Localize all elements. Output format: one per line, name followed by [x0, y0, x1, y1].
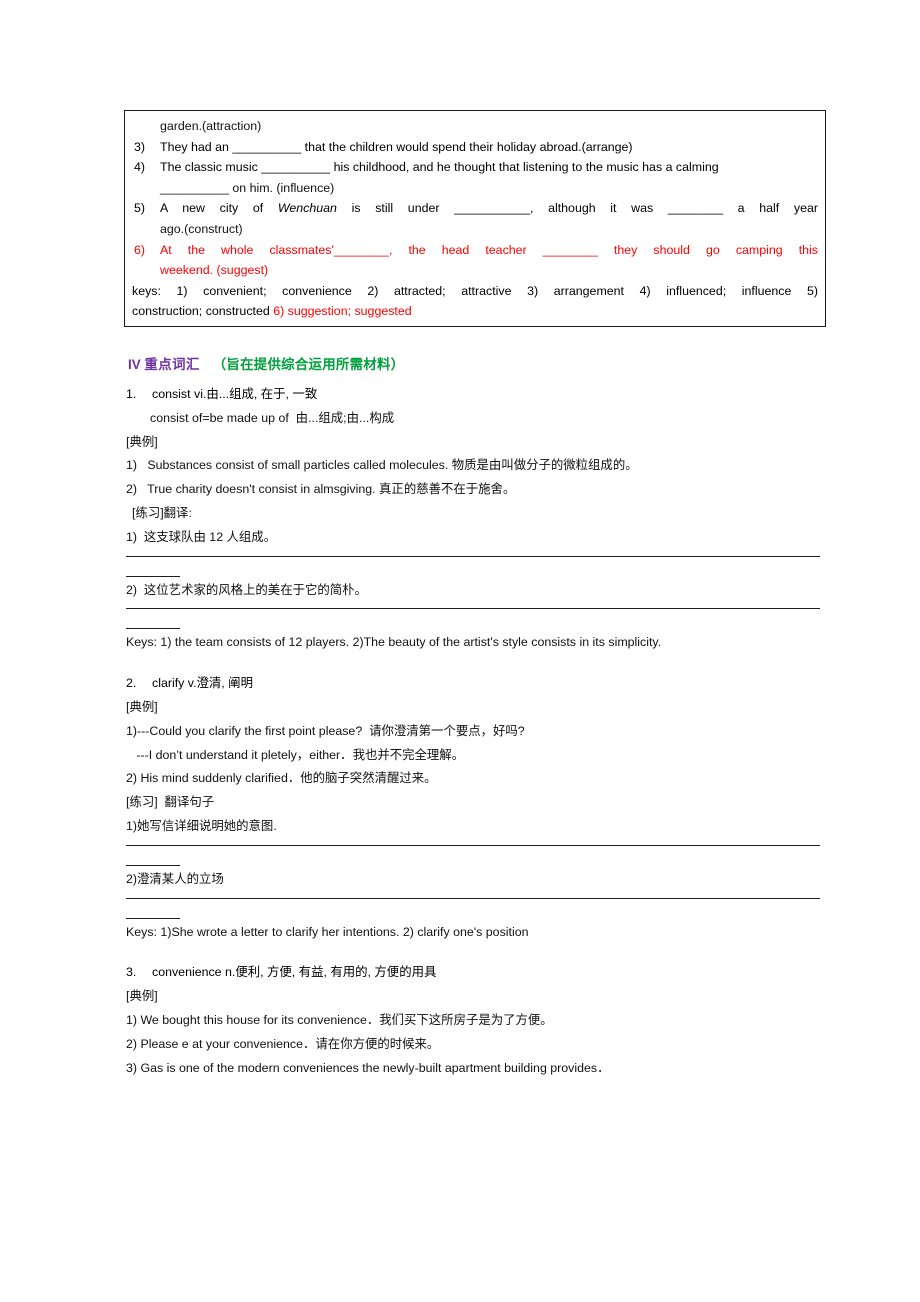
entry-1-headword-row: 1. consist vi.由...组成, 在于, 一致 [126, 383, 826, 407]
exercise-item-4-cont: __________ on him. (influence) [160, 180, 335, 195]
entry-index: 1. [126, 387, 137, 401]
entry-2-examples-label: [典例] [126, 699, 158, 714]
item-number: 6) [134, 242, 146, 257]
entry-3-example-2: 2) Please e at your convenience．请在你方便的时候… [126, 1036, 440, 1051]
answer-rule-short [126, 864, 180, 866]
entry-2-practice-2: 2)澄清某人的立场 [126, 871, 224, 886]
entry-2-example-1: 1)---Could you clarify the first point p… [126, 723, 525, 738]
keys-black-part: construction; constructed [132, 304, 274, 319]
item-number: 4) [134, 160, 146, 175]
answer-rule-long [126, 555, 820, 557]
exercise-item-4: 4) The classic music __________ his chil… [132, 157, 818, 178]
entry-2-example-2: 2) His mind suddenly clarified．他的脑子突然清醒过… [126, 771, 437, 786]
exercise-item-5: 5) A new city of Wenchuan is still under… [132, 198, 818, 219]
answer-rule-long [126, 608, 820, 610]
exercise-item-6: 6) At the whole classmates'________, the… [132, 240, 818, 261]
entry-2-keys: Keys: 1)She wrote a letter to clarify he… [126, 924, 529, 939]
exercise-keys-line-1: keys: 1) convenient; convenience 2) attr… [132, 283, 818, 298]
item-number: 5) [134, 201, 146, 216]
answer-rule-long [126, 844, 820, 846]
vocabulary-entries: 1. consist vi.由...组成, 在于, 一致 consist of=b… [126, 383, 826, 1080]
entry-1-practice-2: 2) 这位艺术家的风格上的美在于它的简朴。 [126, 582, 367, 597]
entry-3-example-3: 3) Gas is one of the modern conveniences… [126, 1060, 610, 1075]
exercise-item-3: 3) They had an __________ that the child… [132, 137, 818, 158]
exercise-box: garden.(attraction) 3) They had an _____… [124, 110, 826, 327]
entry-3-examples-label: [典例] [126, 989, 158, 1004]
entry-index: 3. [126, 965, 137, 980]
place-name-wenchuan: Wenchuan [277, 201, 337, 216]
item-text: The classic music __________ his childho… [160, 160, 719, 175]
answer-rule-long [126, 897, 820, 899]
item-number: 3) [134, 139, 146, 154]
entry-headword: consist vi.由...组成, 在于, 一致 [152, 387, 318, 401]
item-text: At the whole classmates'________, the he… [160, 242, 818, 257]
document-page: garden.(attraction) 3) They had an _____… [0, 0, 920, 1302]
item-text: A new city of Wenchuan is still under __… [160, 198, 818, 219]
item-text-part-a: A new city of [160, 201, 278, 216]
section-roman-numeral: IV [128, 357, 141, 372]
item-text: They had an __________ that the children… [160, 139, 633, 154]
entry-1-examples-label: [典例] [126, 434, 158, 449]
answer-rule-short [126, 628, 180, 630]
exercise-item-5-cont: ago.(construct) [160, 221, 243, 236]
section-title: 重点词汇 [144, 357, 200, 372]
answer-rule-short [126, 575, 180, 577]
item-text-part-b: is still under ___________, although it … [336, 201, 818, 216]
keys-red-part: 6) suggestion; suggested [273, 304, 412, 319]
entry-index: 2. [126, 676, 137, 691]
entry-3-headword-row: 3. convenience n.便利, 方便, 有益, 有用的, 方便的用具 [126, 961, 826, 985]
entry-1-keys: Keys: 1) the team consists of 12 players… [126, 635, 662, 650]
answer-rule-short [126, 917, 180, 919]
entry-2-practice-1: 1)她写信详细说明她的意图. [126, 818, 277, 833]
entry-3-example-1: 1) We bought this house for its convenie… [126, 1012, 553, 1027]
orphan-text-line: garden.(attraction) [160, 119, 262, 133]
entry-1-example-1: 1) Substances consist of small particles… [126, 458, 638, 473]
entry-1-practice-1: 1) 这支球队由 12 人组成。 [126, 529, 277, 544]
exercise-keys-line-2: construction; constructed 6) suggestion;… [132, 301, 818, 322]
entry-headword: convenience n.便利, 方便, 有益, 有用的, 方便的用具 [152, 965, 437, 980]
entry-headword: clarify v.澄清, 阐明 [152, 676, 253, 691]
entry-1-example-2: 2) True charity doesn't consist in almsg… [126, 482, 516, 497]
entry-1-subline: consist of=be made up of 由...组成;由...构成 [150, 410, 395, 425]
entry-2-headword-row: 2. clarify v.澄清, 阐明 [126, 672, 826, 696]
section-heading: IV 重点词汇 （旨在提供综合运用所需材料） [128, 355, 404, 375]
section-note: （旨在提供综合运用所需材料） [212, 357, 405, 372]
entry-2-practice-label: [练习] 翻译句子 [126, 795, 215, 810]
entry-1-practice-label: [练习]翻译: [132, 505, 192, 520]
exercise-item-6-cont: weekend. (suggest) [160, 263, 269, 278]
entry-2-example-1-cont: ---I don’t understand it pletely，either．… [126, 747, 465, 762]
